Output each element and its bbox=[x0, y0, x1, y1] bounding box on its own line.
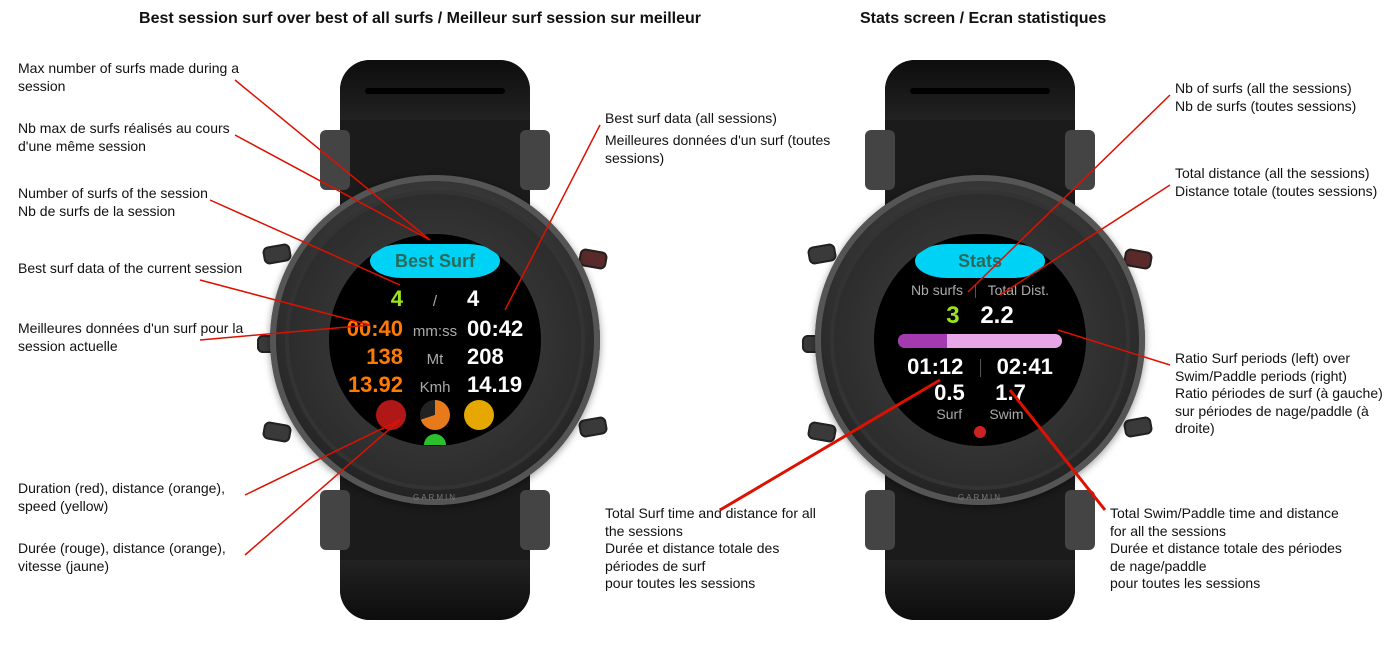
speed-all: 14.19 bbox=[461, 372, 531, 398]
note-colors-en: Duration (red), distance (orange), speed… bbox=[18, 480, 258, 515]
surfs-session: 4 bbox=[339, 286, 409, 312]
value-total-dist: 2.2 bbox=[980, 302, 1013, 329]
screen-best-surf: Best Surf 4 / 4 00:40 mm:ss 00:42 138 Mt… bbox=[329, 234, 541, 446]
note-total-surf: Total Surf time and distance for all the… bbox=[605, 505, 835, 593]
distance-session: 138 bbox=[339, 344, 409, 370]
brand-label: GARMIN bbox=[815, 493, 1145, 502]
label-swim: Swim bbox=[989, 406, 1023, 422]
duration-session: 00:40 bbox=[339, 316, 409, 342]
surf-time: 01:12 bbox=[907, 354, 963, 379]
speed-session: 13.92 bbox=[339, 372, 409, 398]
watch-left: Best Surf 4 / 4 00:40 mm:ss 00:42 138 Mt… bbox=[245, 60, 625, 620]
button-back-lap[interactable] bbox=[578, 416, 609, 439]
red-dot-icon bbox=[974, 426, 986, 438]
note-ratio: Ratio Surf periods (left) over Swim/Padd… bbox=[1175, 350, 1395, 438]
note-colors-fr: Durée (rouge), distance (orange), vitess… bbox=[18, 540, 258, 575]
button-light[interactable] bbox=[262, 243, 293, 266]
header-nb-surfs: Nb surfs bbox=[911, 282, 963, 298]
title-left: Best session surf over best of all surfs… bbox=[120, 10, 720, 28]
green-dot-icon bbox=[424, 434, 446, 445]
note-best-all-en: Best surf data (all sessions) bbox=[605, 110, 777, 128]
note-total-swim: Total Swim/Paddle time and distance for … bbox=[1110, 505, 1350, 593]
separator: / bbox=[409, 293, 461, 310]
header-total-dist: Total Dist. bbox=[988, 282, 1049, 298]
note-max-surfs-fr: Nb max de surfs réalisés au cours d'une … bbox=[18, 120, 258, 155]
swim-time: 02:41 bbox=[997, 354, 1053, 379]
title-right: Stats screen / Ecran statistiques bbox=[860, 10, 1120, 28]
duration-all: 00:42 bbox=[461, 316, 531, 342]
button-down[interactable] bbox=[807, 421, 838, 444]
screen-title-pill: Best Surf bbox=[370, 244, 500, 278]
button-light[interactable] bbox=[807, 243, 838, 266]
screen-title-pill: Stats bbox=[915, 244, 1045, 278]
value-nb-surfs: 3 bbox=[946, 302, 959, 329]
unit-distance: Mt bbox=[409, 351, 461, 368]
swim-dist: 1.7 bbox=[995, 380, 1026, 405]
screen-stats: Stats Nb surfs Total Dist. 3 2.2 01:12 0… bbox=[874, 234, 1086, 446]
label-surf: Surf bbox=[936, 406, 962, 422]
note-total-dist: Total distance (all the sessions) Distan… bbox=[1175, 165, 1377, 200]
note-best-session-fr: Meilleures données d'un surf pour la ses… bbox=[18, 320, 258, 355]
note-best-session-en: Best surf data of the current session bbox=[18, 260, 242, 278]
duration-disk-icon bbox=[376, 400, 406, 430]
button-back-lap[interactable] bbox=[1123, 416, 1154, 439]
speed-disk-icon bbox=[464, 400, 494, 430]
ratio-bar bbox=[898, 334, 1062, 348]
surfs-all: 4 bbox=[461, 286, 531, 312]
note-nb-surfs: Nb of surfs (all the sessions) Nb de sur… bbox=[1175, 80, 1356, 115]
note-session-surfs: Number of surfs of the session Nb de sur… bbox=[18, 185, 208, 220]
unit-speed: Kmh bbox=[409, 379, 461, 396]
note-best-all-fr: Meilleures données d'un surf (toutes ses… bbox=[605, 132, 845, 167]
surf-dist: 0.5 bbox=[934, 380, 965, 405]
note-max-surfs-en: Max number of surfs made during a sessio… bbox=[18, 60, 258, 95]
unit-duration: mm:ss bbox=[409, 323, 461, 340]
distance-all: 208 bbox=[461, 344, 531, 370]
distance-disk-icon bbox=[420, 400, 450, 430]
brand-label: GARMIN bbox=[270, 493, 600, 502]
button-down[interactable] bbox=[262, 421, 293, 444]
